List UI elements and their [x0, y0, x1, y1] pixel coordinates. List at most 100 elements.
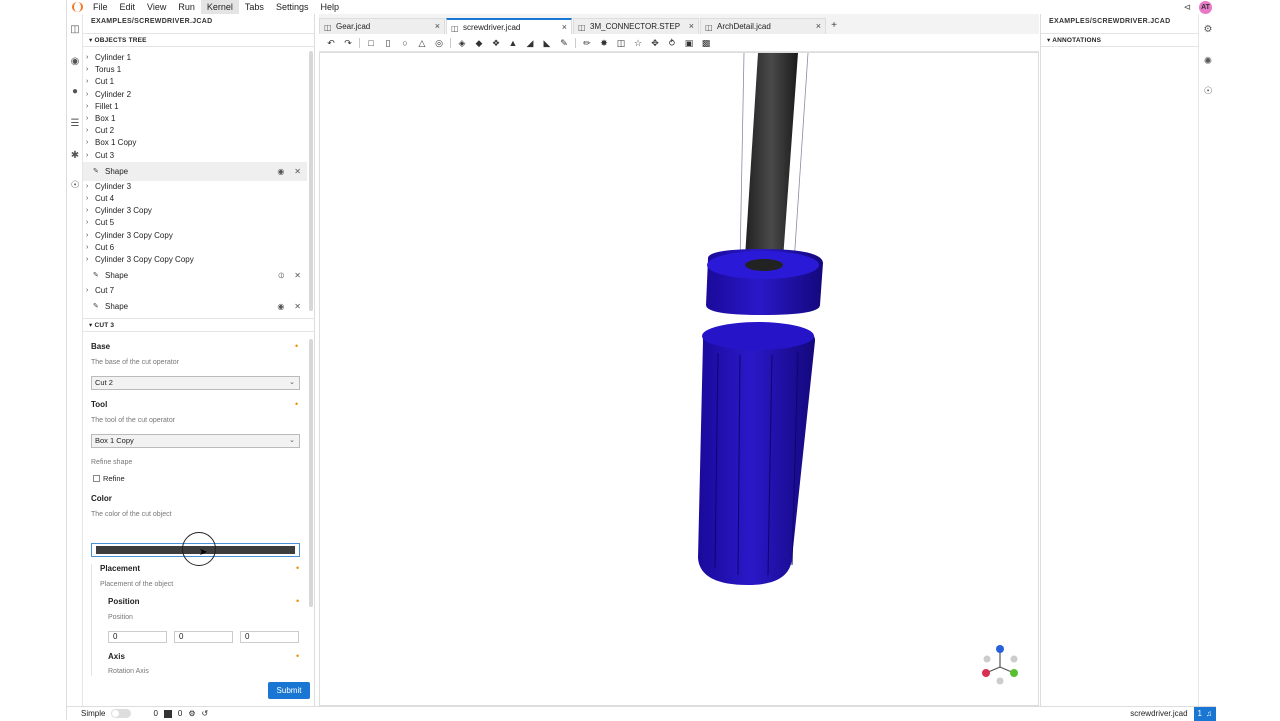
- fillet-icon[interactable]: ◣: [541, 37, 553, 49]
- star-icon[interactable]: ☆: [632, 37, 644, 49]
- terminal-count[interactable]: 0: [153, 709, 157, 718]
- 3d-viewport[interactable]: [319, 52, 1039, 706]
- menu-run[interactable]: Run: [172, 0, 201, 14]
- tree-shape-row[interactable]: ✎ Shape ⦶ ✕: [83, 266, 307, 285]
- tree-item[interactable]: › Cut 5: [83, 217, 307, 229]
- chevron-right-icon[interactable]: ›: [86, 254, 88, 266]
- tree-shape-row[interactable]: ✎ Shape ◉ ✕: [83, 161, 307, 181]
- move-icon[interactable]: ✥: [649, 37, 661, 49]
- tab-3m-connector-step[interactable]: ◫ 3M_CONNECTOR.STEP ×: [573, 18, 699, 34]
- history-icon[interactable]: ↺: [202, 709, 209, 718]
- tree-item[interactable]: › Cut 1: [83, 76, 307, 88]
- explode-icon[interactable]: ✸: [598, 37, 610, 49]
- chevron-right-icon[interactable]: ›: [86, 242, 88, 254]
- properties-scrollbar[interactable]: [309, 339, 313, 607]
- box-icon[interactable]: □: [365, 37, 377, 49]
- close-icon[interactable]: ✕: [294, 162, 301, 181]
- chevron-right-icon[interactable]: ›: [86, 52, 88, 64]
- tree-item[interactable]: › Cylinder 3 Copy: [83, 205, 307, 217]
- tree-item[interactable]: › Cylinder 3 Copy Copy Copy: [83, 254, 307, 266]
- menu-view[interactable]: View: [141, 0, 172, 14]
- menu-tabs[interactable]: Tabs: [239, 0, 270, 14]
- base-select[interactable]: Cut 2 ⌄: [91, 376, 300, 390]
- tree-item[interactable]: › Cylinder 3: [83, 181, 307, 193]
- running-kernels-icon[interactable]: ◉: [69, 56, 81, 68]
- user-avatar[interactable]: AT: [1199, 0, 1212, 14]
- tree-item[interactable]: › Box 1 Copy: [83, 137, 307, 149]
- tree-item[interactable]: › Cut 7: [83, 285, 307, 297]
- tree-shape-row[interactable]: ✎ Shape ◉ ✕: [83, 297, 307, 315]
- close-icon[interactable]: ✕: [294, 266, 301, 285]
- tool-select[interactable]: Box 1 Copy ⌄: [91, 434, 300, 448]
- x-axis-handle[interactable]: [982, 669, 990, 677]
- submit-button[interactable]: Submit: [268, 682, 310, 699]
- eye-icon[interactable]: ◉: [277, 297, 284, 315]
- simple-mode-toggle[interactable]: [111, 709, 132, 718]
- chevron-right-icon[interactable]: ›: [86, 217, 88, 229]
- neg-axis-handle[interactable]: [996, 677, 1004, 685]
- annotations-header[interactable]: ▾ ANNOTATIONS: [1041, 33, 1199, 47]
- chevron-right-icon[interactable]: ›: [86, 230, 88, 242]
- menu-edit[interactable]: Edit: [114, 0, 142, 14]
- neg-axis-handle[interactable]: [983, 655, 991, 663]
- add-tab-button[interactable]: +: [827, 18, 841, 34]
- checkbox-box[interactable]: [93, 475, 100, 482]
- close-icon[interactable]: ×: [562, 20, 567, 35]
- collaborators-icon[interactable]: ●: [69, 86, 81, 98]
- chevron-right-icon[interactable]: ›: [86, 193, 88, 205]
- menu-file[interactable]: File: [87, 0, 114, 14]
- z-axis-handle[interactable]: [996, 645, 1004, 653]
- chevron-right-icon[interactable]: ›: [86, 76, 88, 88]
- extrude-icon[interactable]: ◈: [456, 37, 468, 49]
- chamfer-icon[interactable]: ◢: [524, 37, 536, 49]
- redo-icon[interactable]: ↷: [342, 37, 354, 49]
- eye-icon[interactable]: ◉: [277, 162, 284, 181]
- cylinder-icon[interactable]: ▯: [382, 37, 394, 49]
- chevron-right-icon[interactable]: ›: [86, 285, 88, 297]
- cut-icon[interactable]: ◆: [473, 37, 485, 49]
- chevron-right-icon[interactable]: ›: [86, 137, 88, 149]
- tab-archdetail-jcad[interactable]: ◫ ArchDetail.jcad ×: [700, 18, 826, 34]
- extensions-icon[interactable]: ✱: [69, 150, 81, 162]
- objects-tree-header[interactable]: ▾ OBJECTS TREE: [83, 33, 315, 47]
- table-of-contents-icon[interactable]: ☰: [69, 118, 81, 130]
- file-browser-icon[interactable]: ◫: [69, 24, 81, 36]
- tree-item[interactable]: › Cut 3: [83, 150, 307, 162]
- tree-item[interactable]: › Fillet 1: [83, 101, 307, 113]
- tree-item[interactable]: › Box 1: [83, 113, 307, 125]
- notifications-button[interactable]: 1 ♫: [1193, 706, 1216, 721]
- tree-item[interactable]: › Cut 4: [83, 193, 307, 205]
- jupytercad-annotations-icon[interactable]: ☉: [1202, 86, 1214, 98]
- chevron-right-icon[interactable]: ›: [86, 150, 88, 162]
- tab-gear-jcad[interactable]: ◫ Gear.jcad ×: [319, 18, 445, 34]
- chevron-right-icon[interactable]: ›: [86, 101, 88, 113]
- neg-axis-handle[interactable]: [1010, 655, 1018, 663]
- cone-icon[interactable]: △: [416, 37, 428, 49]
- torus-icon[interactable]: ◎: [433, 37, 445, 49]
- position-x-input[interactable]: 0: [108, 631, 167, 643]
- chevron-right-icon[interactable]: ›: [86, 113, 88, 125]
- close-icon[interactable]: ×: [816, 19, 821, 34]
- chevron-right-icon[interactable]: ›: [86, 64, 88, 76]
- kernel-count[interactable]: 0: [178, 709, 182, 718]
- eye-off-icon[interactable]: ⦶: [278, 266, 284, 285]
- cut-properties-header[interactable]: ▾ CUT 3: [83, 318, 315, 332]
- property-inspector-icon[interactable]: ⚙: [1202, 24, 1214, 36]
- tree-item[interactable]: › Cut 2: [83, 125, 307, 137]
- menu-settings[interactable]: Settings: [270, 0, 315, 14]
- chevron-right-icon[interactable]: ›: [86, 205, 88, 217]
- tree-item[interactable]: › Cylinder 3 Copy Copy: [83, 230, 307, 242]
- y-axis-handle[interactable]: [1010, 669, 1018, 677]
- menu-kernel[interactable]: Kernel: [200, 0, 239, 14]
- pencil-icon[interactable]: ✏: [581, 37, 593, 49]
- clip-icon[interactable]: ◫: [615, 37, 627, 49]
- debugger-icon[interactable]: ✺: [1202, 56, 1214, 68]
- sketch-icon[interactable]: ✎: [558, 37, 570, 49]
- union-icon[interactable]: ❖: [490, 37, 502, 49]
- close-icon[interactable]: ×: [689, 19, 694, 34]
- tree-item[interactable]: › Cylinder 1: [83, 52, 307, 64]
- objects-tree-scrollbar[interactable]: [309, 51, 313, 311]
- tree-item[interactable]: › Torus 1: [83, 64, 307, 76]
- chevron-right-icon[interactable]: ›: [86, 125, 88, 137]
- camera-icon[interactable]: ▣: [683, 37, 695, 49]
